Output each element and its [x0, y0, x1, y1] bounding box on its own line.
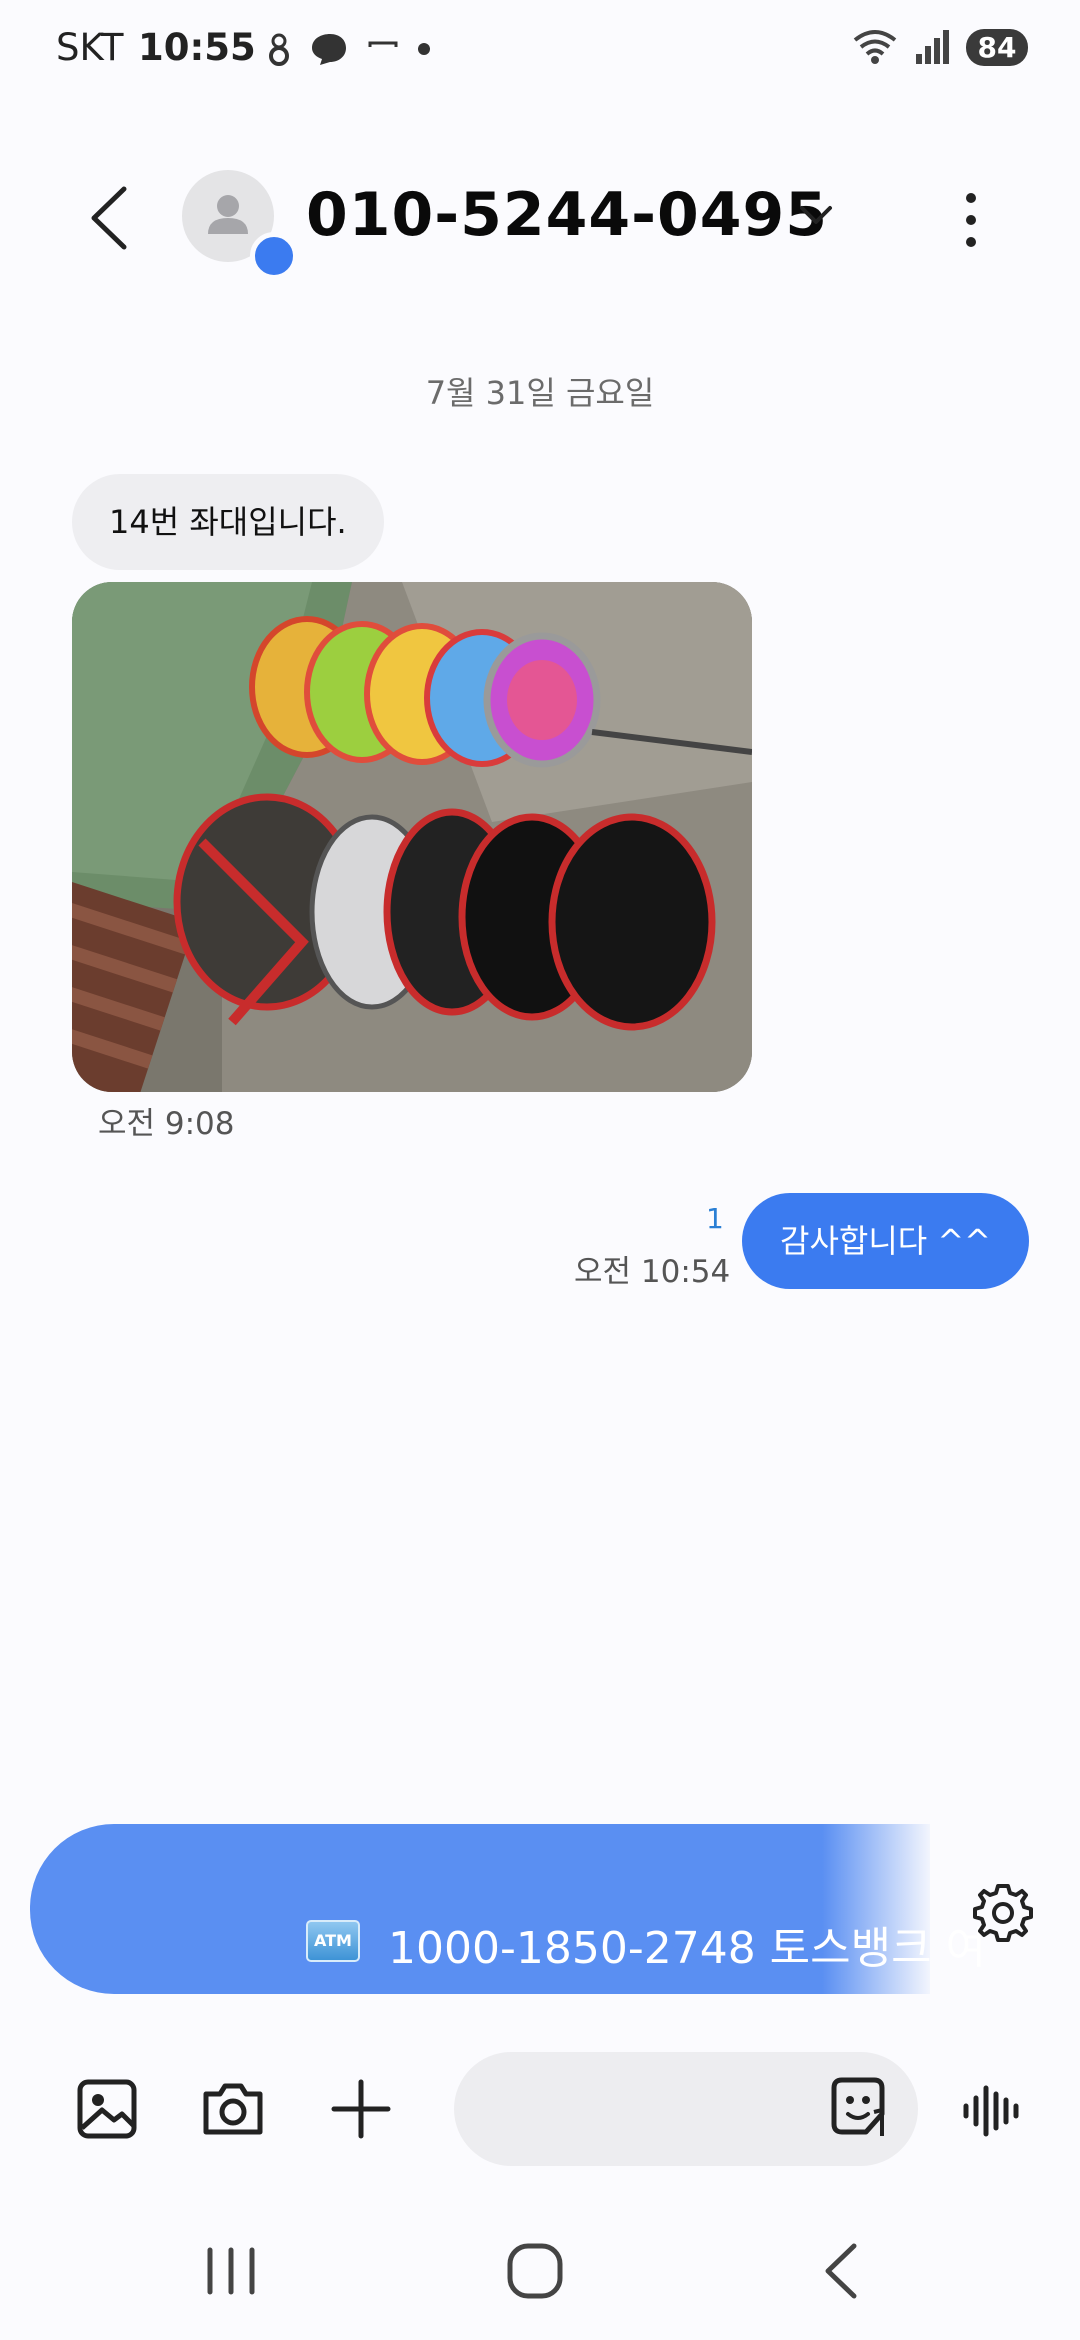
- battery-indicator: 84: [966, 28, 1028, 66]
- camera-icon[interactable]: [198, 2074, 268, 2144]
- outgoing-message-bubble[interactable]: 감사합니다 ^^: [742, 1193, 1029, 1289]
- system-icons: 84: [852, 28, 1028, 66]
- signal-icon: [916, 30, 949, 64]
- dot-icon: [418, 43, 430, 55]
- status-time: 10:55: [138, 26, 256, 69]
- suggestion-text[interactable]: 1000-1850-2748 토스뱅크 여: [388, 1912, 986, 1976]
- incoming-timestamp: 오전 9:08: [98, 1106, 235, 1142]
- sticker-icon[interactable]: [826, 2074, 890, 2138]
- status-carrier: SKT: [56, 26, 124, 69]
- date-separator: 7월 31일 금요일: [425, 374, 655, 412]
- messenger-icon: [312, 34, 346, 65]
- unread-count: 1: [706, 1202, 724, 1235]
- outgoing-timestamp: 오전 10:54: [574, 1254, 731, 1290]
- notification-icon: [269, 33, 289, 66]
- gear-icon[interactable]: [970, 1880, 1036, 1946]
- recents-button[interactable]: [196, 2236, 266, 2306]
- add-icon[interactable]: [326, 2074, 396, 2144]
- message-input[interactable]: [494, 2088, 798, 2128]
- message-photo[interactable]: [72, 582, 752, 1092]
- home-button[interactable]: [500, 2236, 570, 2306]
- photo-image: [72, 582, 752, 1092]
- atm-icon: ATM: [306, 1920, 360, 1962]
- back-button[interactable]: [80, 183, 140, 253]
- incoming-message-bubble[interactable]: 14번 좌대입니다.: [72, 474, 384, 570]
- screen-icon: [368, 41, 398, 47]
- notification-icons: [268, 32, 432, 66]
- more-options-icon[interactable]: [956, 190, 986, 250]
- contact-name[interactable]: 010-5244-0495: [306, 180, 828, 250]
- nav-back-button[interactable]: [806, 2236, 876, 2306]
- wifi-icon: [853, 30, 897, 64]
- voice-input-icon[interactable]: [960, 2080, 1026, 2142]
- message-badge: [250, 232, 298, 280]
- chevron-down-icon[interactable]: [796, 200, 836, 230]
- gallery-icon[interactable]: [72, 2074, 142, 2144]
